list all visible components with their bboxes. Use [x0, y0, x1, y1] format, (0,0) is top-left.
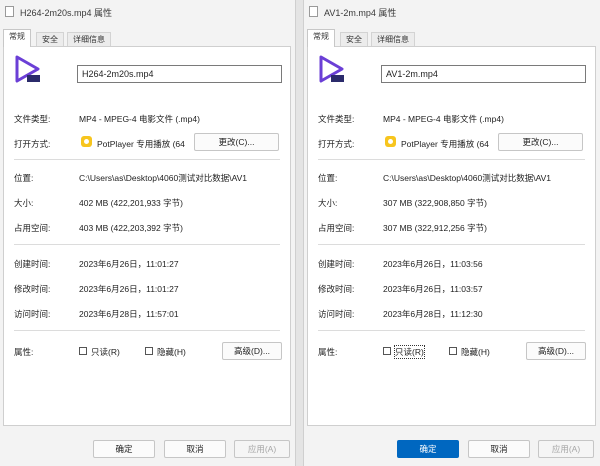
- created-label: 创建时间:: [318, 259, 355, 269]
- accessed-label: 访问时间:: [14, 309, 51, 319]
- location-label: 位置:: [14, 173, 34, 183]
- apply-button[interactable]: 应用(A): [538, 440, 594, 458]
- readonly-checkbox[interactable]: [79, 347, 87, 355]
- cancel-button[interactable]: 取消: [164, 440, 226, 458]
- disk-size-label: 占用空间:: [318, 223, 355, 233]
- modified-value: 2023年6月26日，11:03:57: [383, 284, 483, 294]
- size-value: 307 MB (322,908,850 字节): [383, 198, 487, 208]
- location-value: C:\Users\as\Desktop\4060测试对比数据\AV1: [383, 173, 552, 183]
- tab-details[interactable]: 详细信息: [371, 32, 415, 47]
- readonly-label: 只读(R): [91, 347, 120, 357]
- hidden-checkbox[interactable]: [145, 347, 153, 355]
- dialog-buttons: 确定 取消 应用(A): [0, 430, 295, 466]
- hidden-label: 隐藏(H): [157, 347, 186, 357]
- location-label: 位置:: [318, 173, 338, 183]
- divider: [318, 330, 585, 331]
- hidden-checkbox[interactable]: [449, 347, 457, 355]
- size-label: 大小:: [14, 198, 34, 208]
- file-type-value: MP4 - MPEG-4 电影文件 (.mp4): [79, 114, 200, 124]
- hidden-label: 隐藏(H): [461, 347, 490, 357]
- disk-size-value: 307 MB (322,912,256 字节): [383, 223, 487, 233]
- divider: [14, 244, 280, 245]
- file-icon: [309, 6, 318, 17]
- open-with-label: 打开方式:: [318, 139, 355, 149]
- modified-label: 修改时间:: [318, 284, 355, 294]
- accessed-label: 访问时间:: [318, 309, 355, 319]
- size-label: 大小:: [318, 198, 338, 208]
- disk-size-value: 403 MB (422,203,392 字节): [79, 223, 183, 233]
- divider: [14, 330, 280, 331]
- video-file-icon: [15, 55, 40, 83]
- readonly-label: 只读(R): [394, 345, 425, 359]
- file-type-value: MP4 - MPEG-4 电影文件 (.mp4): [383, 114, 504, 124]
- created-value: 2023年6月26日，11:03:56: [383, 259, 483, 269]
- title-bar: AV1-2m.mp4 属性: [304, 0, 600, 22]
- advanced-button[interactable]: 高级(D)...: [222, 342, 282, 360]
- properties-window-right: AV1-2m.mp4 属性 常规 安全 详细信息 AV1-2m.mp4 文件类型…: [303, 0, 600, 466]
- advanced-button[interactable]: 高级(D)...: [526, 342, 586, 360]
- created-value: 2023年6月26日，11:01:27: [79, 259, 179, 269]
- potplayer-icon: [81, 136, 92, 147]
- window-title: AV1-2m.mp4 属性: [324, 8, 397, 18]
- ok-button[interactable]: 确定: [397, 440, 459, 458]
- filename-input[interactable]: H264-2m20s.mp4: [77, 65, 282, 83]
- attributes-label: 属性:: [318, 347, 338, 357]
- change-button[interactable]: 更改(C)...: [194, 133, 279, 151]
- modified-value: 2023年6月26日，11:01:27: [79, 284, 179, 294]
- divider: [318, 159, 585, 160]
- accessed-value: 2023年6月28日，11:12:30: [383, 309, 483, 319]
- video-file-icon: [319, 55, 344, 83]
- location-value: C:\Users\as\Desktop\4060测试对比数据\AV1: [79, 173, 248, 183]
- disk-size-label: 占用空间:: [14, 223, 51, 233]
- open-with-label: 打开方式:: [14, 139, 51, 149]
- size-value: 402 MB (422,201,933 字节): [79, 198, 183, 208]
- change-button[interactable]: 更改(C)...: [498, 133, 583, 151]
- window-gap: [296, 0, 303, 466]
- open-with-value: PotPlayer 专用播放 (64: [97, 139, 185, 149]
- properties-window-left: H264-2m20s.mp4 属性 常规 安全 详细信息 H264-2m20s.…: [0, 0, 296, 466]
- accessed-value: 2023年6月28日，11:57:01: [79, 309, 179, 319]
- tab-security[interactable]: 安全: [340, 32, 368, 47]
- divider: [14, 159, 280, 160]
- created-label: 创建时间:: [14, 259, 51, 269]
- tab-details[interactable]: 详细信息: [67, 32, 111, 47]
- potplayer-icon: [385, 136, 396, 147]
- title-bar: H264-2m20s.mp4 属性: [0, 0, 295, 22]
- ok-button[interactable]: 确定: [93, 440, 155, 458]
- open-with-value: PotPlayer 专用播放 (64: [401, 139, 489, 149]
- modified-label: 修改时间:: [14, 284, 51, 294]
- filename-input[interactable]: AV1-2m.mp4: [381, 65, 586, 83]
- apply-button[interactable]: 应用(A): [234, 440, 290, 458]
- tab-general[interactable]: 常规: [307, 29, 335, 47]
- readonly-checkbox[interactable]: [383, 347, 391, 355]
- general-panel: H264-2m20s.mp4 文件类型: MP4 - MPEG-4 电影文件 (…: [3, 46, 291, 426]
- divider: [318, 244, 585, 245]
- file-type-label: 文件类型:: [14, 114, 51, 124]
- dialog-buttons: 确定 取消 应用(A): [304, 430, 600, 466]
- window-title: H264-2m20s.mp4 属性: [20, 8, 113, 18]
- general-panel: AV1-2m.mp4 文件类型: MP4 - MPEG-4 电影文件 (.mp4…: [307, 46, 596, 426]
- cancel-button[interactable]: 取消: [468, 440, 530, 458]
- tab-general[interactable]: 常规: [3, 29, 31, 47]
- tab-security[interactable]: 安全: [36, 32, 64, 47]
- file-icon: [5, 6, 14, 17]
- attributes-label: 属性:: [14, 347, 34, 357]
- file-type-label: 文件类型:: [318, 114, 355, 124]
